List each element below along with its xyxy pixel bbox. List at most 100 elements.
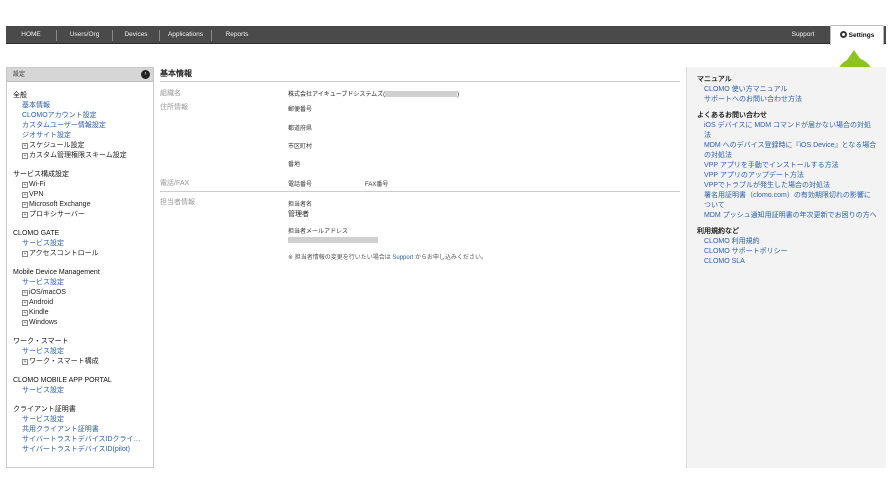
sidebar-link[interactable]: サイバートラストデバイスIDクライ…	[13, 435, 153, 445]
sidebar-tree-item[interactable]: + Windows	[13, 318, 153, 328]
org-name-value: 株式会社アイキューブドシステムズ()	[288, 89, 459, 98]
redacted-block	[288, 237, 378, 243]
expand-plus-icon[interactable]: +	[22, 320, 28, 326]
sidebar-tree-item[interactable]: + アクセスコントロール	[13, 249, 153, 259]
expand-plus-icon[interactable]: +	[22, 300, 28, 306]
sidebar-item-label: 共用クライアント証明書	[22, 426, 99, 433]
help-link[interactable]: CLOMO サポートポリシー	[697, 247, 877, 257]
sidebar-tree-item[interactable]: + カスタム管理権限スキーム設定	[13, 151, 153, 161]
sidebar-item-label: サイバートラストデバイスIDクライ…	[22, 436, 141, 443]
page-title: 基本情報	[160, 68, 680, 82]
sidebar-link[interactable]: CLOMOアカウント設定	[13, 111, 153, 121]
sidebar-link[interactable]: サービス設定	[13, 386, 153, 396]
sidebar-section-title: CLOMO MOBILE APP PORTAL	[13, 377, 112, 384]
expand-plus-icon[interactable]: +	[22, 359, 28, 365]
sidebar-item-label: 基本情報	[22, 102, 50, 109]
sidebar-link[interactable]: サービス設定	[13, 347, 153, 357]
sidebar-menu: 全般 基本情報 CLOMOアカウント設定 カスタムユーザー情報設定 ジオサイト設定 + スケ…	[7, 91, 153, 455]
sidebar-link[interactable]: サービス設定	[13, 239, 153, 249]
sidebar-item-label: スケジュール設定	[29, 142, 85, 149]
phone-label: 電話番号	[288, 182, 313, 188]
help-link[interactable]: MDM へのデバイス登録時に『iOS Device』となる場合の対処法	[697, 141, 877, 161]
help-link[interactable]: VPP アプリのアップデート方法	[697, 171, 877, 181]
sidebar-section-title: 全般	[13, 92, 27, 99]
sidebar-item-label: Microsoft Exchange	[29, 201, 91, 208]
section-divider	[160, 191, 680, 192]
support-link[interactable]: Support	[392, 255, 413, 261]
sidebar-section: 全般基本情報 CLOMOアカウント設定カスタムユーザー情報設定 ジオサイト設定 + スケ…	[7, 91, 153, 161]
sidebar-tree-item[interactable]: + スケジュール設定	[13, 141, 153, 151]
main-content: 基本情報 組織名 株式会社アイキューブドシステムズ() 住所情報 郵便番号 都道…	[160, 68, 680, 261]
nav-reports[interactable]: Reports	[212, 26, 262, 44]
nav-applications[interactable]: Applications	[160, 26, 211, 44]
sidebar-link[interactable]: 基本情報	[13, 101, 153, 111]
expand-plus-icon[interactable]: +	[22, 310, 28, 316]
sidebar-section-title: CLOMO GATE	[13, 230, 60, 237]
collapse-arrow-icon[interactable]: ‹	[141, 70, 150, 79]
sidebar-item-label: ジオサイト設定	[22, 132, 71, 139]
help-link[interactable]: サポートへのお問い合わせ方法	[697, 95, 877, 105]
expand-plus-icon[interactable]: +	[22, 290, 28, 296]
sidebar-link[interactable]: ジオサイト設定	[13, 131, 153, 141]
expand-plus-icon[interactable]: +	[22, 192, 28, 198]
help-link[interactable]: CLOMO 利用規約	[697, 237, 877, 247]
nav-users-org[interactable]: Users/Org	[57, 26, 112, 44]
sidebar-item-label: アクセスコントロール	[29, 250, 99, 257]
sidebar-item-label: サービス設定	[22, 240, 64, 247]
sidebar-item-label: サイバートラストデバイスID(pilot)	[22, 446, 131, 453]
expand-plus-icon[interactable]: +	[22, 153, 28, 159]
help-link[interactable]: iOS デバイスに MDM コマンドが届かない場合の対処法	[697, 121, 877, 141]
prefecture-label: 都道府県	[288, 126, 313, 132]
sidebar-tree-item[interactable]: + Android	[13, 298, 153, 308]
fax-label: FAX番号	[365, 182, 389, 188]
note-prefix: ※ 担当者情報の変更を行いたい場合は	[288, 255, 393, 261]
nav-home[interactable]: HOME	[10, 26, 52, 44]
expand-plus-icon[interactable]: +	[22, 182, 28, 188]
help-link[interactable]: CLOMO 使い方マニュアル	[697, 85, 877, 95]
sidebar-tree-item[interactable]: + Wi-Fi	[13, 180, 153, 190]
sidebar-tree-item[interactable]: + ワーク・スマート構成	[13, 357, 153, 367]
contact-email-label: 担当者メールアドレス	[288, 229, 349, 235]
help-link[interactable]: MDM プッシュ通知用証明書の年次更新でお困りの方へ	[697, 211, 877, 221]
sidebar-item-label: プロキシサーバー	[29, 211, 85, 218]
sidebar-section: ワーク・スマート サービス設定 + ワーク・スマート構成	[7, 337, 153, 367]
nav-settings-tab[interactable]: Settings	[830, 25, 884, 45]
sidebar-link[interactable]: サービス設定	[13, 415, 153, 425]
top-navigation: HOME Users/Org Devices Applications Repo…	[6, 25, 886, 45]
sidebar-section-title: クライアント証明書	[13, 406, 76, 413]
sidebar-tree-item[interactable]: + Microsoft Exchange	[13, 200, 153, 210]
sidebar-link[interactable]: サイバートラストデバイスID(pilot)	[13, 445, 153, 455]
sidebar-header-label: 設定	[13, 72, 26, 78]
sidebar-link[interactable]: サービス設定	[13, 278, 153, 288]
sidebar-tree-item[interactable]: + VPN	[13, 190, 153, 200]
sidebar-tree-item[interactable]: + プロキシサーバー	[13, 210, 153, 220]
nav-devices[interactable]: Devices	[113, 26, 159, 44]
expand-plus-icon[interactable]: +	[22, 251, 28, 257]
sidebar-section: サービス構成設定 + Wi-Fi + VPN + Microsoft Exchange + プロ…	[7, 170, 153, 220]
sidebar-section: Mobile Device Management サービス設定 + iOS/macOS…	[7, 268, 153, 328]
sidebar-link[interactable]: カスタムユーザー情報設定	[13, 121, 153, 131]
sidebar-section: CLOMO MOBILE APP PORTAL サービス設定	[7, 376, 153, 396]
help-link[interactable]: VPPでトラブルが発生した場合の対処法	[697, 181, 877, 191]
expand-plus-icon[interactable]: +	[22, 143, 28, 149]
gear-icon	[839, 31, 847, 38]
sidebar-item-label: CLOMOアカウント設定	[22, 112, 97, 119]
sidebar-section-title: Mobile Device Management	[13, 269, 100, 276]
expand-plus-icon[interactable]: +	[22, 202, 28, 208]
sidebar-item-label: サービス設定	[22, 416, 64, 423]
org-name-label: 組織名	[160, 90, 181, 97]
sidebar-tree-item[interactable]: + iOS/macOS	[13, 288, 153, 298]
help-link[interactable]: CLOMO SLA	[697, 257, 877, 267]
nav-support[interactable]: Support	[781, 26, 825, 44]
sidebar-tree-item[interactable]: + Kindle	[13, 308, 153, 318]
sidebar-link[interactable]: 共用クライアント証明書	[13, 425, 153, 435]
note-suffix: からお申し込みください。	[413, 255, 488, 261]
expand-plus-icon[interactable]: +	[22, 212, 28, 218]
org-name-prefix: 株式会社アイキューブドシステムズ(	[288, 92, 386, 98]
contact-name-label: 担当者名	[288, 202, 313, 208]
sidebar-item-label: ワーク・スマート構成	[29, 358, 99, 365]
help-link[interactable]: 署名用証明書（clomo.com）の有効期限切れの影響について	[697, 191, 877, 211]
help-link[interactable]: VPP アプリを手動でインストールする方法	[697, 161, 877, 171]
help-section-title: マニュアル	[697, 76, 732, 83]
sidebar-item-label: Android	[29, 299, 54, 306]
